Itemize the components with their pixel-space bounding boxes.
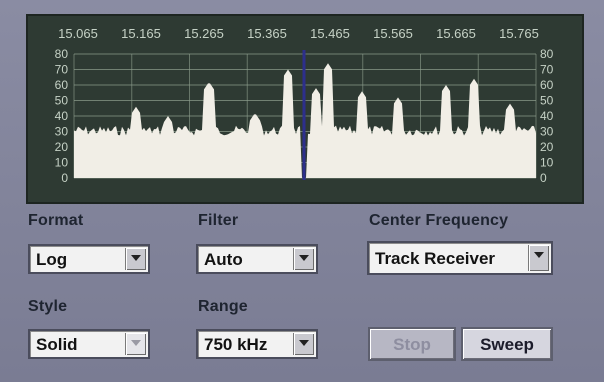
freq-label: 15.065 [58,26,98,41]
db-label-right: 40 [540,109,554,123]
db-label-right: 20 [540,140,554,154]
spectrum-display: 15.065 15.165 15.265 15.365 15.465 15.565 15.6… [26,14,584,204]
db-label-left: 0 [61,171,68,185]
style-dropdown-arrow-icon[interactable] [125,333,146,355]
range-select[interactable]: 750 kHz [196,329,318,359]
range-label: Range [198,298,248,315]
filter-value: Auto [204,250,243,269]
freq-label: 15.165 [121,26,161,41]
freq-label: 15.765 [499,26,539,41]
center-frequency-value: Track Receiver [375,249,496,268]
db-label-left: 20 [55,140,69,154]
stop-button[interactable]: Stop [368,327,456,361]
format-dropdown-arrow-icon[interactable] [125,248,146,270]
db-label-left: 80 [55,47,69,61]
db-label-right: 70 [540,63,554,77]
freq-label: 15.565 [373,26,413,41]
style-value: Solid [36,335,78,354]
center-frequency-label: Center Frequency [369,212,509,229]
db-label-left: 30 [55,125,69,139]
format-value: Log [36,250,68,269]
db-label-right: 30 [540,125,554,139]
filter-label: Filter [198,212,239,229]
db-label-right: 0 [540,171,547,185]
db-label-left: 70 [55,63,69,77]
db-label-left: 50 [55,94,69,108]
format-select[interactable]: Log [28,244,150,274]
freq-label: 15.665 [436,26,476,41]
db-label-right: 10 [540,156,554,170]
format-label: Format [28,212,84,229]
db-label-right: 50 [540,94,554,108]
freq-label: 15.265 [184,26,224,41]
db-label-right: 60 [540,78,554,92]
style-select[interactable]: Solid [28,329,150,359]
style-label: Style [28,298,68,315]
db-label-left: 10 [55,156,69,170]
db-label-right: 80 [540,47,554,61]
freq-label: 15.465 [310,26,350,41]
sweep-button[interactable]: Sweep [461,327,553,361]
range-dropdown-arrow-icon[interactable] [293,333,314,355]
db-label-left: 60 [55,78,69,92]
freq-label: 15.365 [247,26,287,41]
filter-dropdown-arrow-icon[interactable] [293,248,314,270]
db-label-left: 40 [55,109,69,123]
spectrum-window: 15.065 15.165 15.265 15.365 15.465 15.565 15.6… [0,0,604,382]
spectrum-plot: 15.065 15.165 15.265 15.365 15.465 15.565 15.6… [55,26,554,185]
filter-select[interactable]: Auto [196,244,318,274]
center-frequency-dropdown-arrow-icon[interactable] [528,245,549,271]
range-value: 750 kHz [204,335,268,354]
center-frequency-select[interactable]: Track Receiver [367,241,553,275]
